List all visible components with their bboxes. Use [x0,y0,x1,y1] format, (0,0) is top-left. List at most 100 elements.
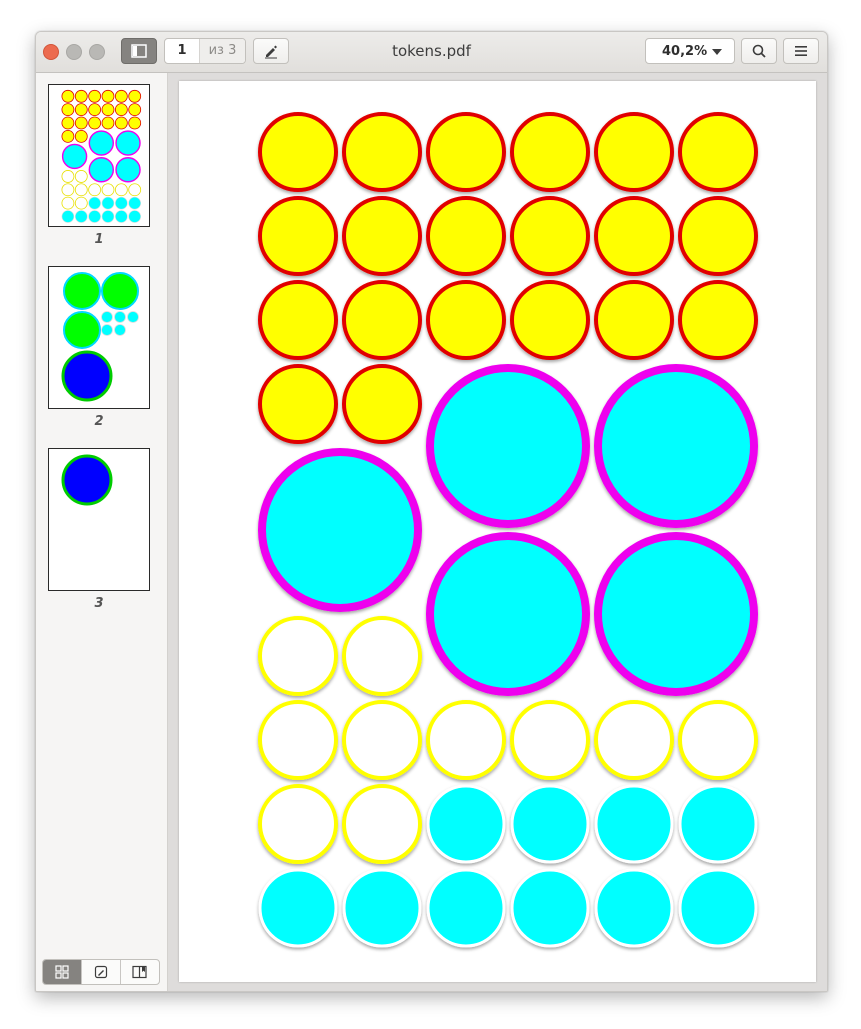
sidebar-icon [131,44,147,58]
pdf-viewer-window: 1 из 3 tokens.pdf 40,2% 1 2 3 [35,31,828,992]
page-number-box: 1 из 3 [164,38,246,64]
cyan-token [594,868,674,948]
thumbnail-token [128,116,142,130]
yellow-token [258,280,338,360]
large-cyan-token [258,448,422,612]
yellow-token [594,280,674,360]
yellow-token [426,196,506,276]
thumbnail-token [74,210,88,223]
yellow-token [258,364,338,444]
thumbnail-token [74,116,88,130]
thumbnail-label: 2 [94,414,104,429]
white-token [258,616,338,696]
search-button[interactable] [741,38,777,64]
yellow-token [426,112,506,192]
chevron-down-icon [712,49,722,55]
thumbnail-token [61,143,88,170]
zoom-value: 40,2% [662,43,708,59]
thumbnail-label: 3 [94,596,104,611]
white-token [342,784,422,864]
zoom-select[interactable]: 40,2% [645,38,735,64]
thumbnail-2-image [61,272,139,402]
cyan-token [426,868,506,948]
white-token [678,700,758,780]
thumbnail-token [61,89,75,103]
thumbnails-icon [55,965,69,979]
page-number-input[interactable]: 1 [165,39,199,63]
thumbnail-token [61,170,75,183]
yellow-token [678,196,758,276]
thumbnail-token [61,210,75,223]
white-token [510,700,590,780]
thumbnail-token [115,157,141,183]
thumbnail-token [114,183,128,197]
menu-button[interactable] [783,38,819,64]
thumbnail-token [128,196,142,210]
white-token [342,700,422,780]
cyan-token [258,868,338,948]
thumbnail-token [88,130,115,156]
thumbnail-token [115,130,141,156]
sidebar-toggle-button[interactable] [121,38,157,64]
large-cyan-token [594,532,758,696]
close-window-button[interactable] [43,44,59,60]
annotations-mode-button[interactable] [81,960,120,984]
white-token [342,616,422,696]
thumbnail-token [115,210,128,223]
thumbnail-token [61,103,75,117]
white-token [258,700,338,780]
yellow-token [342,112,422,192]
maximize-window-button[interactable] [89,44,105,60]
annotations-icon [94,965,108,979]
thumbnail-token [128,89,142,103]
thumbnail-token [115,196,128,210]
page-1-tokens [258,112,758,948]
cyan-token [342,868,422,948]
yellow-token [510,280,590,360]
large-cyan-token [594,364,758,528]
thumbnail-token [88,210,101,223]
thumbnail-token [61,183,75,197]
cyan-token [678,868,758,948]
thumbnail-label: 1 [94,232,104,247]
thumbnail-token [114,103,128,117]
thumbnail-page-2[interactable]: 2 [48,266,150,429]
thumbnail-token [128,183,142,197]
document-view[interactable] [168,73,827,991]
thumbnail-token [74,196,88,210]
yellow-token [258,196,338,276]
search-icon [752,44,766,58]
header-bar: 1 из 3 tokens.pdf 40,2% [36,32,827,73]
cyan-token [510,784,590,864]
cyan-token [678,784,758,864]
thumbnail-token [101,89,115,103]
thumbnail-image [48,84,150,227]
thumbnail-page-3[interactable]: 3 [48,448,150,611]
yellow-token [594,196,674,276]
yellow-token [342,280,422,360]
thumbnail-token [88,196,101,210]
pdf-page-1 [179,81,816,982]
bookmarks-mode-button[interactable] [120,960,159,984]
white-token [426,700,506,780]
thumbnail-token [88,116,102,130]
thumbnail-token [88,157,115,183]
annotate-button[interactable] [253,38,289,64]
thumbnail-token [74,129,88,143]
thumbnail-token [101,183,115,197]
thumbnail-3-image [61,454,113,506]
yellow-token [594,112,674,192]
white-token [594,700,674,780]
large-cyan-token [426,532,590,696]
thumbnail-token [101,116,115,130]
yellow-token [342,364,422,444]
thumbnail-token [128,210,142,223]
thumbnails-mode-button[interactable] [43,960,81,984]
yellow-token [510,112,590,192]
thumbnail-page-1[interactable]: 1 [48,84,150,247]
minimize-window-button[interactable] [66,44,82,60]
yellow-token [510,196,590,276]
thumbnail-token [74,170,88,183]
yellow-token [678,280,758,360]
thumbnail-token [74,103,88,117]
